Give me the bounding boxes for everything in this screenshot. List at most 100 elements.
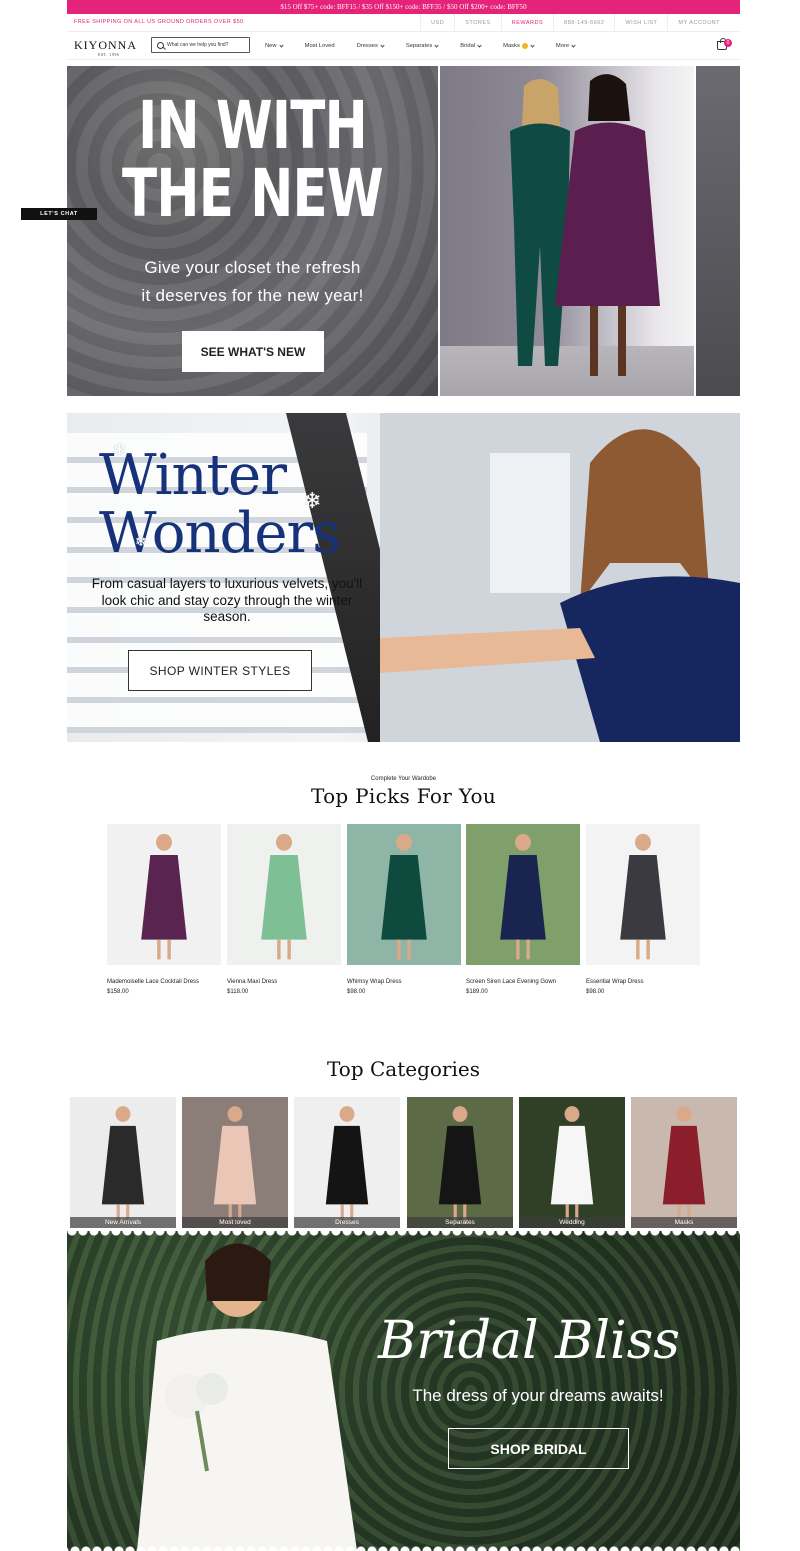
nav-item-most-loved[interactable]: Most Loved [305, 43, 335, 49]
main-nav: KIYONNA EST. 1996 New Most Loved Dresses… [67, 32, 740, 60]
nav-item-more[interactable]: More [555, 42, 576, 49]
nav-item-masks[interactable]: Masks [503, 42, 535, 49]
product-figure [347, 824, 461, 965]
chevron-down-icon [434, 42, 439, 48]
product-price: $158.00 [107, 989, 129, 995]
hero-left-panel: IN WITH THE NEW Give your closet the ref… [67, 66, 438, 396]
product-name[interactable]: Mademoiselle Lace Cocktail Dress [107, 979, 221, 985]
model-velvet-photo [380, 413, 740, 742]
nav-item-bridal[interactable]: Bridal [460, 42, 482, 49]
hero-edge-panel [696, 66, 740, 396]
rewards-link[interactable]: REWARDS [500, 14, 553, 32]
nav-item-separates[interactable]: Separates [405, 42, 439, 49]
category-label[interactable]: Dresses [294, 1217, 400, 1228]
product-price: $118.00 [227, 989, 249, 995]
snowflake-icon: ❄ [135, 533, 147, 549]
hero-new-arrivals[interactable]: IN WITH THE NEW Give your closet the ref… [67, 66, 740, 396]
nav-label: Masks [503, 43, 520, 49]
product-image[interactable] [227, 824, 341, 965]
product-figure [227, 824, 341, 965]
category-image [70, 1097, 176, 1228]
top-picks-title: Top Picks For You [310, 784, 496, 808]
product-card[interactable]: Essential Wrap Dress $98.00 [586, 824, 700, 995]
chevron-down-icon [278, 42, 284, 48]
category-tile-separates[interactable]: Separates [407, 1097, 513, 1228]
chevron-down-icon [530, 42, 535, 48]
wishlist-link[interactable]: WISH LIST [614, 14, 667, 32]
category-label[interactable]: Most loved [182, 1217, 288, 1228]
product-card[interactable]: Mademoiselle Lace Cocktail Dress $158.00 [107, 824, 221, 995]
category-tile-wedding[interactable]: Wedding [519, 1097, 625, 1228]
my-account-link[interactable]: MY ACCOUNT [667, 14, 730, 32]
product-card[interactable]: Screen Siren Lace Evening Gown $189.00 [466, 824, 580, 995]
hero-winter-wonders[interactable]: Winter Wonders ❄ ❄ ❄ From casual layers … [67, 413, 740, 742]
product-price: $189.00 [466, 989, 488, 995]
logo-tagline: EST. 1996 [98, 52, 120, 57]
chevron-down-icon [571, 42, 576, 48]
product-card[interactable]: Vienna Maxi Dress $118.00 [227, 824, 341, 995]
product-figure [586, 824, 700, 965]
category-tile-dresses[interactable]: Dresses [294, 1097, 400, 1228]
category-image [182, 1097, 288, 1228]
hero-subtitle-line2: it deserves for the new year! [141, 286, 364, 305]
top-categories-title: Top Categories [327, 1057, 480, 1081]
category-label[interactable]: Masks [631, 1217, 737, 1228]
product-name[interactable]: Whimsy Wrap Dress [347, 979, 461, 985]
shop-winter-styles-button[interactable]: SHOP WINTER STYLES [128, 650, 312, 691]
category-image [407, 1097, 513, 1228]
stores-link[interactable]: STORES [454, 14, 501, 32]
lets-chat-button[interactable]: LET'S CHAT [21, 208, 97, 220]
category-label[interactable]: New Arrivals [70, 1217, 176, 1228]
see-whats-new-button[interactable]: SEE WHAT'S NEW [182, 331, 324, 372]
bride-photo [137, 1243, 357, 1551]
category-tile-masks[interactable]: Masks [631, 1097, 737, 1228]
nav-item-dresses[interactable]: Dresses [356, 42, 385, 49]
product-price: $98.00 [347, 989, 366, 995]
models-illustration [510, 74, 660, 376]
cart-count-badge: 0 [724, 39, 732, 47]
product-name[interactable]: Screen Siren Lace Evening Gown [466, 979, 580, 985]
product-image[interactable] [586, 824, 700, 965]
snowflake-icon: ❄ [303, 488, 322, 513]
product-image[interactable] [466, 824, 580, 965]
hero-subtitle: Give your closet the refresh it deserves… [67, 254, 438, 310]
product-image[interactable] [107, 824, 221, 965]
nav-label: Most Loved [304, 43, 335, 49]
utility-bar: FREE SHIPPING ON ALL US GROUND ORDERS OV… [67, 14, 740, 32]
hero-subtitle-line1: Give your closet the refresh [144, 258, 361, 277]
nav-label: New [265, 43, 277, 49]
nav-label: Dresses [356, 43, 378, 49]
product-card[interactable]: Whimsy Wrap Dress $98.00 [347, 824, 461, 995]
category-tile-new-arrivals[interactable]: New Arrivals [70, 1097, 176, 1228]
hero-bridal-bliss[interactable]: Bridal Bliss The dress of your dreams aw… [67, 1231, 740, 1551]
currency-selector[interactable]: USD [420, 14, 454, 32]
chevron-down-icon [477, 42, 482, 48]
nav-item-new[interactable]: New [265, 42, 284, 49]
utility-links: USD STORES REWARDS 888-149-6662 WISH LIS… [420, 14, 730, 32]
product-figure [466, 824, 580, 965]
search-input[interactable] [167, 42, 247, 48]
nav-label: More [555, 43, 570, 49]
nav-label: Bridal [460, 43, 476, 49]
top-picks-kicker: Complete Your Wardobe [370, 776, 437, 782]
nav-label: Separates [405, 43, 433, 49]
category-image [519, 1097, 625, 1228]
phone-number[interactable]: 888-149-6662 [553, 14, 614, 32]
product-name[interactable]: Essential Wrap Dress [586, 979, 700, 985]
category-tile-most-loved[interactable]: Most loved [182, 1097, 288, 1228]
promo-bar[interactable]: $15 Off $75+ code: BFF15 / $35 Off $150+… [67, 0, 740, 14]
free-shipping-text[interactable]: FREE SHIPPING ON ALL US GROUND ORDERS OV… [74, 19, 243, 25]
search-icon[interactable] [157, 41, 164, 49]
category-label[interactable]: Wedding [519, 1217, 625, 1228]
mask-emoji-icon [521, 43, 528, 49]
site-logo[interactable]: KIYONNA [74, 38, 137, 53]
site-container: $15 Off $75+ code: BFF15 / $35 Off $150+… [67, 0, 740, 1551]
snowflake-icon: ❄ [112, 440, 128, 460]
product-price: $98.00 [586, 989, 605, 995]
nav-menu: New Most Loved Dresses Separates Bridal … [265, 32, 597, 60]
shop-bridal-button[interactable]: SHOP BRIDAL [448, 1428, 629, 1469]
search-box[interactable] [151, 37, 250, 53]
product-image[interactable] [347, 824, 461, 965]
product-name[interactable]: Vienna Maxi Dress [227, 979, 341, 985]
category-label[interactable]: Separates [407, 1217, 513, 1228]
